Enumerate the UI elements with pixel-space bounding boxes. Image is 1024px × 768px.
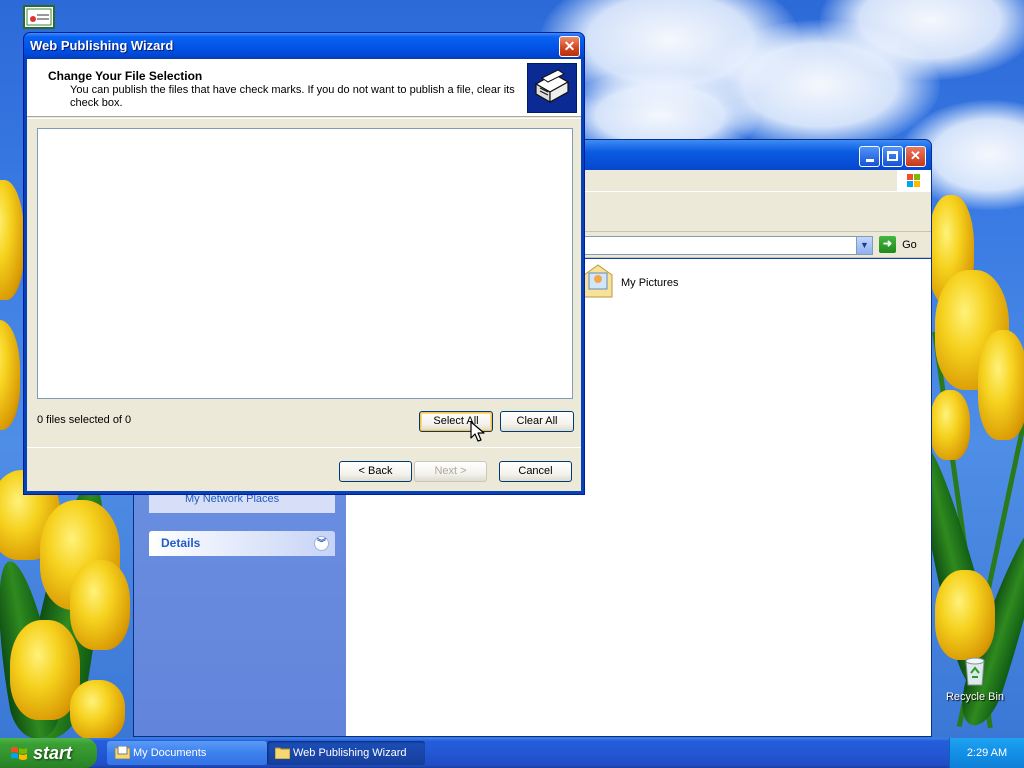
details-header[interactable]: Details ︾ [149,531,335,556]
maximize-button[interactable] [882,146,903,167]
wizard-task-label: Web Publishing Wizard [293,747,407,759]
next-label: Next > [434,465,467,477]
minimize-button[interactable] [859,146,880,167]
details-panel: Details ︾ [149,531,335,556]
wizard-step-description: You can publish the files that have chec… [70,84,515,109]
close-icon: ✕ [910,148,921,163]
wizard-titlebar[interactable]: Web Publishing Wizard ✕ [24,33,584,59]
printer-publish-icon [528,64,576,112]
go-arrow-icon: ➜ [879,236,896,253]
desktop-icon-certificate[interactable] [23,5,55,31]
minimize-icon [865,159,874,162]
back-label: < Back [358,465,393,477]
my-documents-task-label: My Documents [133,747,207,759]
publish-wizard-icon [527,63,577,113]
folder-icon [275,747,290,759]
my-pictures-folder-icon [583,264,613,298]
certificate-icon [23,5,55,29]
taskbar-item-web-publishing-wizard[interactable]: Web Publishing Wizard [267,741,425,765]
explorer-close-button[interactable]: ✕ [905,146,926,167]
details-label: Details [161,536,201,550]
wizard-title: Web Publishing Wizard [30,38,174,53]
windows-flag-icon [11,747,27,760]
back-button[interactable]: < Back [339,461,412,482]
cancel-label: Cancel [518,465,553,477]
start-button[interactable]: start [0,738,97,768]
tulip-flower [978,330,1024,440]
tulip-flower [935,570,995,660]
header-divider [27,118,581,119]
close-icon: ✕ [563,38,576,54]
wizard-close-button[interactable]: ✕ [559,36,580,57]
chevron-down-icon: ▼ [860,240,869,250]
start-label: start [33,743,73,763]
selection-count: 0 files selected of 0 [37,414,132,426]
tulip-flower [930,390,970,460]
system-tray: 2:29 AM [949,738,1024,768]
desktop-icon-recycle-bin[interactable]: Recycle Bin [940,655,1010,715]
recycle-bin-icon [965,657,985,686]
expand-chevron-icon[interactable]: ︾ [314,536,329,551]
maximize-icon [887,151,898,161]
footer-divider [27,447,581,448]
my-pictures-label: My Pictures [621,277,679,289]
clear-all-button[interactable]: Clear All [500,411,574,432]
web-publishing-wizard-dialog: Web Publishing Wizard ✕ Change Your File… [23,32,585,495]
taskbar: start My Documents Web Publishing Wizard… [0,738,1024,768]
mouse-pointer-icon [470,421,485,442]
my-documents-icon [115,746,130,759]
wizard-step-title: Change Your File Selection [48,69,203,83]
address-dropdown-button[interactable]: ▼ [856,237,872,254]
tulip-flower [70,680,125,738]
clock[interactable]: 2:29 AM [967,747,1007,759]
clear-all-label: Clear All [516,415,558,427]
windows-logo-icon [897,170,931,192]
taskbar-item-my-documents[interactable]: My Documents [107,741,267,765]
go-button[interactable]: ➜ Go [879,236,923,255]
tulip-flower [0,320,20,430]
cancel-button[interactable]: Cancel [499,461,572,482]
next-button[interactable]: Next > [414,461,487,482]
tulip-flower [70,560,130,650]
wizard-header: Change Your File Selection You can publi… [27,59,581,117]
tulip-flower [0,180,24,300]
recycle-bin-label: Recycle Bin [945,691,1005,703]
file-selection-list[interactable] [37,128,573,399]
go-label: Go [902,238,917,251]
folder-item-my-pictures[interactable]: My Pictures [581,259,691,303]
wizard-body: Change Your File Selection You can publi… [27,59,581,491]
